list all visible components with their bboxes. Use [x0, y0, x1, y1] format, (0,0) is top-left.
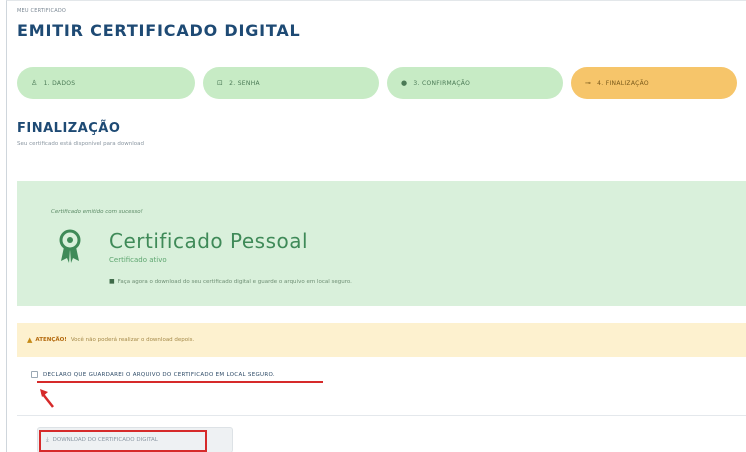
annotation-arrow-icon	[40, 389, 54, 408]
certificate-status: Certificado ativo	[109, 256, 167, 264]
declaration-checkbox[interactable]	[31, 371, 38, 378]
stepper: ♙ 1. DADOS ⊡ 2. SENHA ● 3. CONFIRMAÇÃO ⊸…	[17, 67, 737, 99]
section-subtitle: Seu certificado está disponível para dow…	[17, 141, 144, 147]
warning-label: ATENÇÃO!	[35, 337, 67, 343]
step-label: 2. SENHA	[229, 79, 260, 87]
lock-icon: ■	[109, 278, 115, 285]
step-label: 4. FINALIZAÇÃO	[597, 79, 649, 87]
key-icon: ⊸	[585, 79, 592, 87]
annotation-highlight-box	[39, 430, 207, 452]
divider	[17, 415, 746, 416]
warning-icon: ▲	[27, 336, 33, 344]
note-text: Faça agora o download do seu certificado…	[117, 279, 352, 285]
step-label: 1. DADOS	[43, 79, 76, 87]
warning-banner: ▲ ATENÇÃO! Você não poderá realizar o do…	[17, 323, 746, 357]
award-icon	[59, 229, 81, 263]
app-window: MEU CERTIFICADO EMITIR CERTIFICADO DIGIT…	[6, 0, 746, 452]
step-senha[interactable]: ⊡ 2. SENHA	[203, 67, 379, 99]
breadcrumb[interactable]: MEU CERTIFICADO	[17, 8, 66, 14]
step-dados[interactable]: ♙ 1. DADOS	[17, 67, 195, 99]
declaration-label[interactable]: DECLARO QUE GUARDAREI O ARQUIVO DO CERTI…	[43, 372, 275, 378]
certificate-card: Certificado emitido com sucesso! Certifi…	[17, 181, 746, 306]
certificate-note: ■ Faça agora o download do seu certificad…	[109, 278, 352, 285]
lock-icon: ⊡	[217, 79, 224, 87]
check-circle-icon: ●	[401, 79, 408, 87]
declaration-checkbox-row[interactable]: DECLARO QUE GUARDAREI O ARQUIVO DO CERTI…	[31, 371, 275, 378]
user-icon: ♙	[31, 79, 38, 87]
page-title: EMITIR CERTIFICADO DIGITAL	[17, 21, 301, 40]
warning-text: Você não poderá realizar o download depo…	[70, 337, 195, 343]
annotation-underline	[37, 381, 323, 383]
section-title: FINALIZAÇÃO	[17, 121, 121, 136]
step-label: 3. CONFIRMAÇÃO	[413, 79, 471, 87]
step-finalizacao[interactable]: ⊸ 4. FINALIZAÇÃO	[571, 67, 737, 99]
issued-label: Certificado emitido com sucesso!	[51, 209, 143, 215]
certificate-name: Certificado Pessoal	[109, 229, 309, 253]
step-confirmacao[interactable]: ● 3. CONFIRMAÇÃO	[387, 67, 563, 99]
